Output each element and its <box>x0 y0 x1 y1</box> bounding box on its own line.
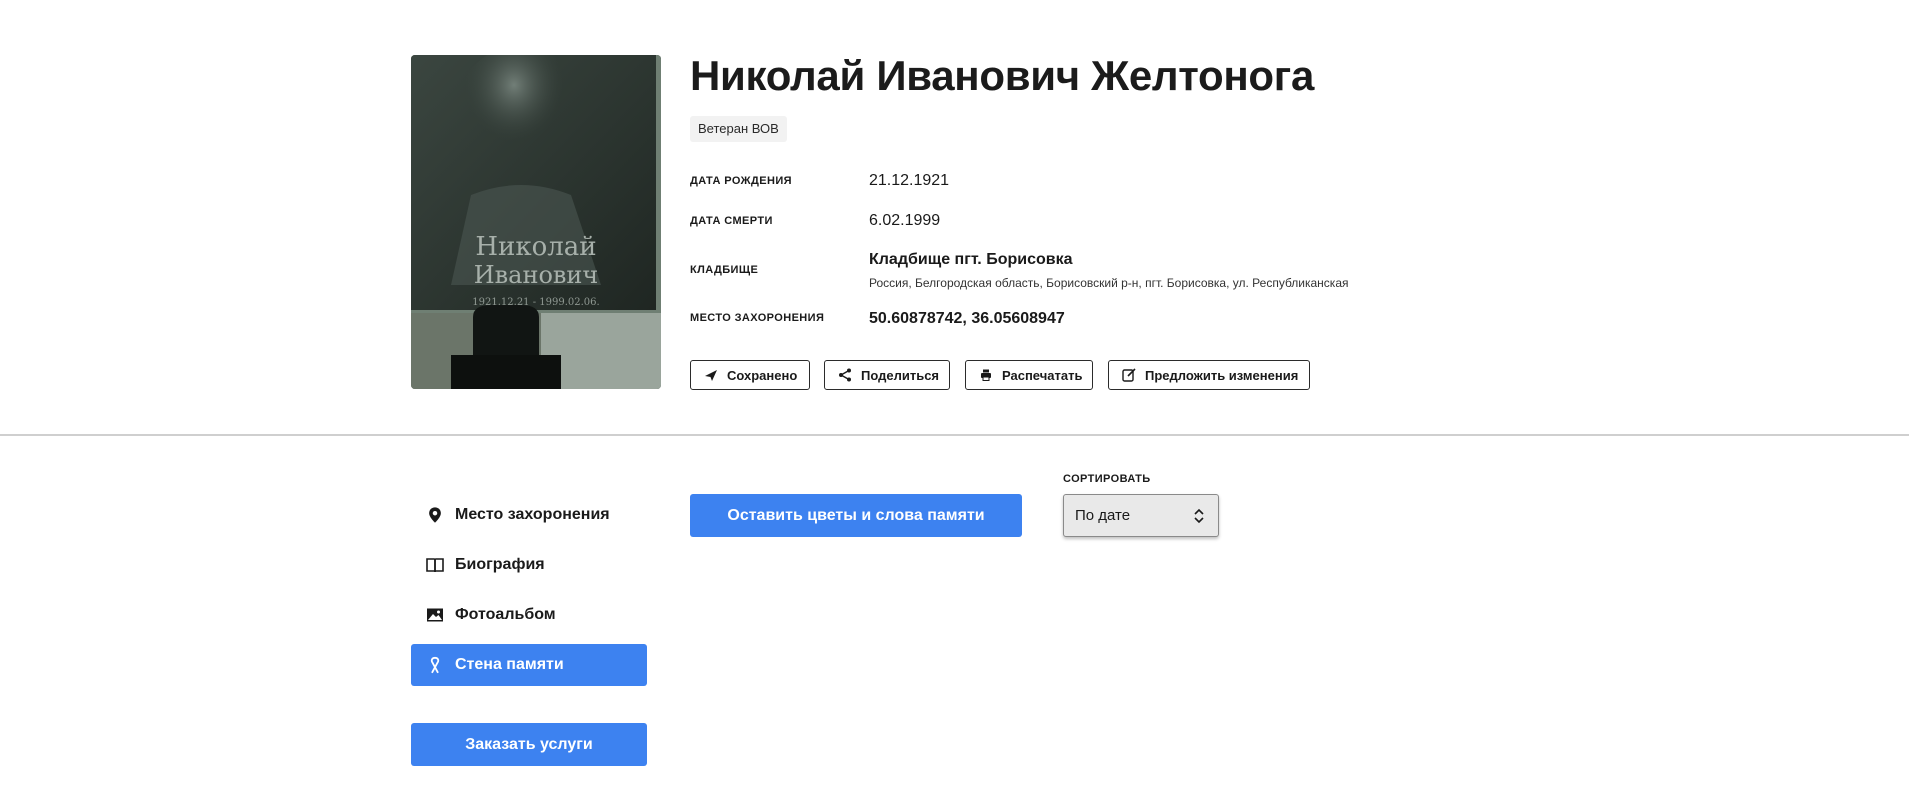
sidebar-item-burial-place[interactable]: Место захоронения <box>411 494 647 536</box>
sidebar-item-memory-wall[interactable]: Стена памяти <box>411 644 647 686</box>
veteran-badge: Ветеран ВОВ <box>690 116 787 142</box>
death-date-label: ДАТА СМЕРТИ <box>690 215 773 227</box>
sidebar-item-label: Стена памяти <box>455 656 564 673</box>
image-icon <box>425 605 445 625</box>
section-divider <box>0 434 1909 436</box>
sidebar-item-photo-album[interactable]: Фотоальбом <box>411 594 647 636</box>
sort-label: СОРТИРОВАТЬ <box>1063 473 1151 485</box>
suggest-changes-label: Предложить изменения <box>1145 367 1299 383</box>
book-icon <box>425 555 445 575</box>
share-button-label: Поделиться <box>861 367 940 383</box>
death-date-value: 6.02.1999 <box>869 212 941 229</box>
share-icon <box>837 367 853 383</box>
grave-photo: Николай Иванович 1921.12.21 - 1999.02.06… <box>411 55 661 389</box>
person-name: Николай Иванович Желтонога <box>690 52 1315 99</box>
print-button-label: Распечатать <box>1002 367 1083 383</box>
order-services-button[interactable]: Заказать услуги <box>411 723 647 766</box>
suggest-changes-button[interactable]: Предложить изменения <box>1108 360 1310 390</box>
sidebar-item-biography[interactable]: Биография <box>411 544 647 586</box>
saved-button-label: Сохранено <box>727 367 798 383</box>
printer-icon <box>978 367 994 383</box>
paper-plane-icon <box>703 367 719 383</box>
birth-date-value: 21.12.1921 <box>869 172 950 189</box>
headstone-image: Николай Иванович 1921.12.21 - 1999.02.06… <box>411 55 661 389</box>
share-button[interactable]: Поделиться <box>824 360 950 390</box>
sort-select-value: По дате <box>1075 507 1131 524</box>
ribbon-icon <box>425 655 445 675</box>
leave-flowers-button[interactable]: Оставить цветы и слова памяти <box>690 494 1022 537</box>
birth-date-label: ДАТА РОЖДЕНИЯ <box>690 175 792 187</box>
burial-place-label: МЕСТО ЗАХОРОНЕНИЯ <box>690 312 825 324</box>
sidebar-item-label: Место захоронения <box>455 506 610 523</box>
burial-coordinates: 50.60878742, 36.05608947 <box>869 310 1065 327</box>
sort-select[interactable]: По дате <box>1063 494 1219 537</box>
saved-button[interactable]: Сохранено <box>690 360 810 390</box>
engraving-patronymic: Иванович <box>474 261 599 289</box>
cemetery-address: Россия, Белгородская область, Борисовски… <box>869 276 1349 290</box>
edit-icon <box>1121 367 1137 383</box>
sidebar-item-label: Биография <box>455 556 545 573</box>
cemetery-name[interactable]: Кладбище пгт. Борисовка <box>869 251 1073 269</box>
engraving-name: Николай <box>475 232 596 262</box>
print-button[interactable]: Распечатать <box>965 360 1093 390</box>
sidebar-item-label: Фотоальбом <box>455 606 556 623</box>
map-pin-icon <box>425 505 445 525</box>
cemetery-label: КЛАДБИЩЕ <box>690 264 759 276</box>
chevron-up-down-icon <box>1194 508 1204 524</box>
